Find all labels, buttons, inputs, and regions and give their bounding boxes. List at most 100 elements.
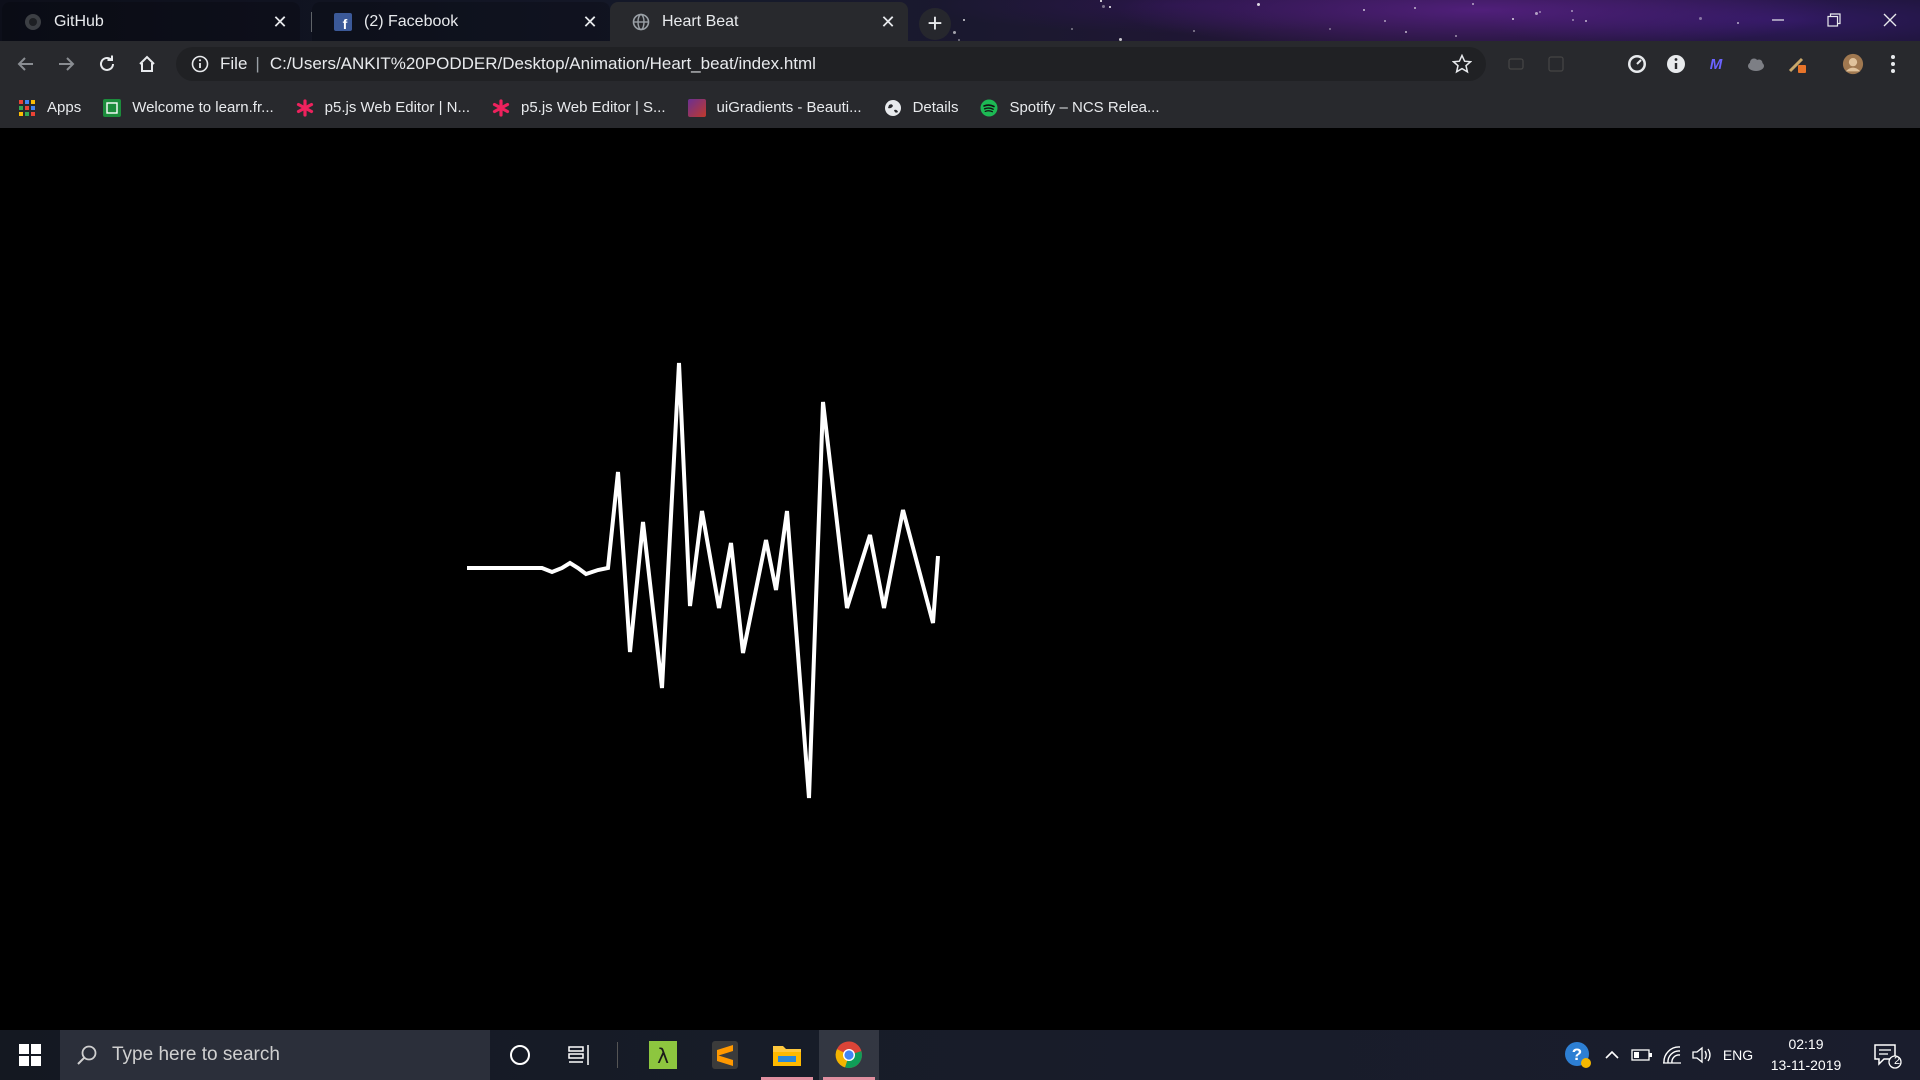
bookmark-learn[interactable]: Welcome to learn.fr... [103,98,274,117]
github-icon [24,13,42,31]
tab-github[interactable]: GitHub ✕ [2,2,300,41]
reload-button[interactable] [91,48,123,80]
m-extension-icon[interactable]: M [1705,53,1727,75]
taskbar-app-file-explorer[interactable] [757,1030,817,1080]
new-tab-button[interactable]: + [919,8,951,40]
close-tab-icon[interactable]: ✕ [270,12,290,32]
clock-time: 02:19 [1788,1036,1824,1052]
tab-facebook[interactable]: f (2) Facebook ✕ [312,2,610,41]
task-view-button[interactable] [550,1030,610,1080]
back-button[interactable] [10,48,42,80]
bookmark-label: Welcome to learn.fr... [132,99,274,116]
bookmark-spotify[interactable]: Spotify – NCS Relea... [980,99,1160,117]
bookmark-apps[interactable]: Apps [18,99,81,117]
forward-arrow-icon [59,57,75,71]
tab-title: Heart Beat [662,12,739,30]
info-icon[interactable] [190,54,210,74]
bookmark-details[interactable]: Details [884,99,959,117]
lambda-app-icon: λ [649,1041,677,1069]
url-scheme-label: File [220,54,248,73]
close-tab-icon[interactable]: ✕ [878,12,898,32]
search-icon [77,1045,97,1065]
globe-icon [884,99,902,117]
start-button[interactable] [0,1030,60,1080]
clock-date: 13-11-2019 [1770,1057,1842,1073]
battery-icon [1631,1049,1652,1061]
tab-title: (2) Facebook [364,12,459,30]
bookmark-label: Apps [47,99,82,116]
reload-icon [100,55,114,71]
volume-tray-icon[interactable] [1688,1030,1716,1080]
search-placeholder: Type here to search [112,1044,280,1065]
notification-count-badge: 2 [1893,1055,1901,1067]
cortana-button[interactable] [490,1030,550,1080]
eyedropper-extension-icon[interactable] [1786,53,1808,75]
back-arrow-icon [17,57,33,71]
page-canvas [0,128,1920,1030]
wifi-tray-icon[interactable] [1658,1030,1686,1080]
translate-extension-icon[interactable] [1545,53,1567,75]
close-tab-icon[interactable]: ✕ [580,12,600,32]
bookmark-p5js-2[interactable]: p5.js Web Editor | S... [492,98,666,117]
bookmark-label: Spotify – NCS Relea... [1009,99,1160,116]
learn-icon [103,98,122,117]
menu-kebab-icon[interactable] [1882,53,1904,75]
address-bar[interactable]: File | C:/Users/ANKIT%20PODDER/Desktop/A… [176,47,1486,81]
taskbar-clock[interactable]: 02:19 13-11-2019 [1762,1034,1850,1076]
cortana-circle-icon [510,1045,530,1065]
bookmark-p5js-1[interactable]: p5.js Web Editor | N... [296,98,470,117]
input-language-indicator[interactable]: ENG [1718,1030,1758,1080]
browser-toolbar: File | C:/Users/ANKIT%20PODDER/Desktop/A… [0,41,1920,87]
speaker-icon [1692,1046,1711,1064]
globe-icon [632,13,650,31]
heartbeat-canvas [467,362,940,799]
tab-title: GitHub [54,12,104,30]
extension-icon[interactable] [1505,53,1527,75]
close-window-button[interactable] [1862,0,1918,40]
help-question-icon: ? [1565,1042,1591,1068]
browser-chrome: GitHub ✕ f (2) Facebook ✕ Heart Beat ✕ + [0,0,1920,128]
battery-tray-icon[interactable] [1628,1030,1656,1080]
help-tray-icon[interactable]: ? [1561,1030,1595,1080]
svg-text:λ: λ [657,1044,669,1068]
file-explorer-icon [773,1046,801,1066]
home-icon [139,55,155,72]
profile-avatar[interactable] [1842,53,1864,75]
taskbar-app-sublime[interactable] [695,1030,755,1080]
bookmark-uigradients[interactable]: uiGradients - Beauti... [687,98,862,117]
taskbar-divider [617,1042,618,1068]
svg-text:?: ? [1572,1045,1582,1064]
task-view-icon [568,1045,589,1065]
bookmark-star-icon[interactable] [1452,54,1472,74]
bookmark-label: p5.js Web Editor | S... [521,99,666,116]
taskbar-search-box[interactable]: Type here to search [60,1030,490,1080]
heartbeat-line [467,362,940,799]
bookmark-label: uiGradients - Beauti... [716,99,862,116]
uigradients-icon [687,98,706,117]
minimize-button[interactable] [1750,0,1806,40]
svg-text:M: M [1710,56,1723,73]
tab-heart-beat[interactable]: Heart Beat ✕ [610,2,908,41]
bookmark-label: p5.js Web Editor | N... [324,99,470,116]
restore-icon [1827,13,1841,27]
taskbar-app-lambda[interactable]: λ [633,1030,693,1080]
home-button[interactable] [131,48,163,80]
url-text[interactable]: C:/Users/ANKIT%20PODDER/Desktop/Animatio… [270,54,816,74]
forward-button[interactable] [50,48,82,80]
chevron-up-icon [1605,1050,1619,1059]
show-hidden-icons-button[interactable] [1600,1030,1624,1080]
speedometer-extension-icon[interactable] [1626,53,1648,75]
wifi-icon [1663,1046,1681,1064]
restore-button[interactable] [1806,0,1862,40]
bookmark-label: Details [912,99,959,116]
taskbar-app-chrome[interactable] [819,1030,879,1080]
info-extension-icon[interactable] [1665,53,1687,75]
chrome-icon [835,1041,862,1069]
p5js-asterisk-icon [296,98,314,117]
svg-text:f: f [343,16,348,31]
sublime-text-icon [712,1041,738,1069]
close-icon [1883,13,1897,27]
cloud-extension-icon[interactable] [1745,53,1767,75]
action-center-button[interactable]: 2 [1862,1030,1912,1080]
bookmarks-bar: Apps Welcome to learn.fr... p5.js Web Ed… [0,87,1920,128]
